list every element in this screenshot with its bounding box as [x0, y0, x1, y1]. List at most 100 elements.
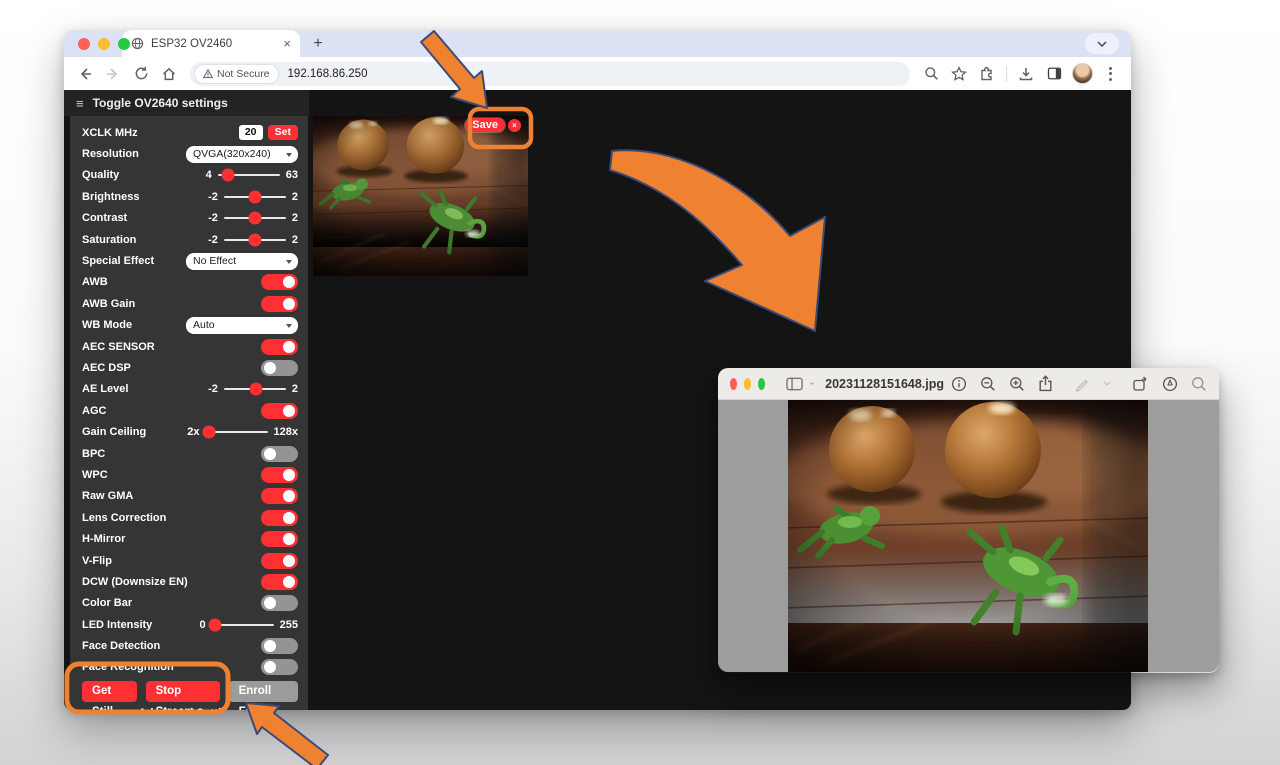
url-text: 192.168.86.250	[288, 68, 368, 80]
toggle-awb-gain[interactable]	[261, 296, 298, 312]
slider-contrast: -22	[208, 212, 298, 224]
slider-max-label: 63	[286, 169, 298, 181]
inspector-button[interactable]	[951, 376, 967, 392]
toggle-knob	[283, 576, 295, 588]
toggle-color-bar[interactable]	[261, 595, 298, 611]
downloads-button[interactable]	[1013, 61, 1039, 87]
close-window-button[interactable]	[78, 38, 90, 50]
reload-button[interactable]	[128, 61, 154, 87]
forward-button[interactable]	[100, 61, 126, 87]
side-panel-button[interactable]	[1041, 61, 1067, 87]
preview-search-button[interactable]	[1191, 376, 1207, 392]
home-button[interactable]	[156, 61, 182, 87]
slider-track[interactable]	[224, 388, 286, 390]
slider-thumb[interactable]	[202, 426, 215, 439]
share-button[interactable]	[1038, 375, 1053, 392]
setting-label: AE Level	[82, 383, 128, 395]
puzzle-icon	[979, 66, 995, 82]
save-button[interactable]: Save	[465, 118, 505, 132]
enroll-face-button[interactable]: Enroll Face	[229, 681, 298, 702]
toggle-agc[interactable]	[261, 403, 298, 419]
zoom-window-button[interactable]	[118, 38, 130, 50]
preview-sidebar-button[interactable]	[786, 377, 803, 391]
bookmark-button[interactable]	[946, 61, 972, 87]
toggle-dcw-downsize-en[interactable]	[261, 574, 298, 590]
new-tab-button[interactable]: +	[306, 32, 330, 56]
toggle-bpc[interactable]	[261, 446, 298, 462]
zoom-out-button[interactable]	[980, 376, 996, 392]
setting-row-agc: AGC	[82, 400, 298, 421]
browser-menu-button[interactable]	[1097, 61, 1123, 87]
slider-track[interactable]	[224, 239, 286, 241]
toggle-awb[interactable]	[261, 274, 298, 290]
slider-track[interactable]	[212, 624, 274, 626]
toggle-raw-gma[interactable]	[261, 488, 298, 504]
search-icon	[1191, 376, 1207, 392]
zoom-page-button[interactable]	[918, 61, 944, 87]
stop-stream-button[interactable]: Stop Stream	[146, 681, 220, 702]
preview-zoom-button[interactable]	[758, 378, 765, 390]
setting-row-lens-correction: Lens Correction	[82, 507, 298, 528]
slider-min-label: -2	[208, 383, 218, 395]
settings-header[interactable]: ≡ Toggle OV2640 settings	[64, 90, 309, 116]
select-resolution[interactable]: QVGA(320x240)	[186, 146, 298, 163]
toggle-lens-correction[interactable]	[261, 510, 298, 526]
slider-min-label: -2	[208, 212, 218, 224]
star-icon	[951, 66, 967, 82]
toggle-wpc[interactable]	[261, 467, 298, 483]
tab-esp32[interactable]: ESP32 OV2460 ×	[122, 30, 300, 57]
rotate-button[interactable]	[1132, 376, 1149, 392]
minimize-window-button[interactable]	[98, 38, 110, 50]
get-still-button[interactable]: Get Still	[82, 681, 137, 702]
slider-max-label: 2	[292, 234, 298, 246]
toggle-aec-sensor[interactable]	[261, 339, 298, 355]
toggle-knob	[283, 405, 295, 417]
profile-button[interactable]	[1069, 61, 1095, 87]
select-special-effect[interactable]: No Effect	[186, 253, 298, 270]
slider-thumb[interactable]	[208, 618, 221, 631]
preview-window: 20231128151648.jpg	[718, 368, 1219, 673]
address-bar[interactable]: Not Secure 192.168.86.250	[190, 62, 910, 86]
slider-thumb[interactable]	[250, 383, 263, 396]
slider-thumb[interactable]	[248, 212, 261, 225]
tab-close-icon[interactable]: ×	[283, 37, 291, 50]
slider-min-label: 2x	[187, 426, 199, 438]
select-wb-mode[interactable]: Auto	[186, 317, 298, 334]
advanced-settings-link[interactable]: Advanced Settings	[82, 708, 298, 710]
setting-row-face-recognition: Face Recognition	[82, 657, 298, 678]
preview-close-button[interactable]	[730, 378, 737, 390]
toggle-aec-dsp[interactable]	[261, 360, 298, 376]
extensions-button[interactable]	[974, 61, 1000, 87]
preview-titlebar[interactable]: 20231128151648.jpg	[718, 368, 1219, 400]
slider-max-label: 255	[280, 619, 298, 631]
preview-minimize-button[interactable]	[744, 378, 751, 390]
zoom-in-button[interactable]	[1009, 376, 1025, 392]
xclk-input[interactable]: 20	[239, 125, 263, 140]
slider-thumb[interactable]	[222, 169, 235, 182]
globe-favicon-icon	[131, 37, 144, 50]
highlight-button[interactable]	[1162, 376, 1178, 392]
slider-thumb[interactable]	[248, 233, 261, 246]
tab-search-button[interactable]	[1085, 33, 1119, 54]
security-chip[interactable]: Not Secure	[194, 64, 279, 84]
back-button[interactable]	[72, 61, 98, 87]
toggle-face-recognition[interactable]	[261, 659, 298, 675]
toggle-h-mirror[interactable]	[261, 531, 298, 547]
security-label: Not Secure	[217, 68, 270, 80]
markup-chevron-icon[interactable]	[1103, 381, 1111, 386]
setting-label: LED Intensity	[82, 619, 152, 631]
slider-track[interactable]	[224, 196, 286, 198]
setting-label: Resolution	[82, 148, 139, 160]
slider-track[interactable]	[206, 431, 268, 433]
set-button[interactable]: Set	[268, 125, 298, 140]
xclk-control: 20 Set	[239, 125, 298, 140]
slider-track[interactable]	[224, 217, 286, 219]
toggle-v-flip[interactable]	[261, 553, 298, 569]
markup-button[interactable]	[1074, 376, 1090, 392]
slider-track[interactable]	[218, 174, 280, 176]
setting-label: Face Detection	[82, 640, 160, 652]
stream-close-button[interactable]: ×	[508, 119, 521, 132]
sidebar-chevron-icon[interactable]	[810, 381, 815, 386]
slider-thumb[interactable]	[248, 190, 261, 203]
toggle-face-detection[interactable]	[261, 638, 298, 654]
